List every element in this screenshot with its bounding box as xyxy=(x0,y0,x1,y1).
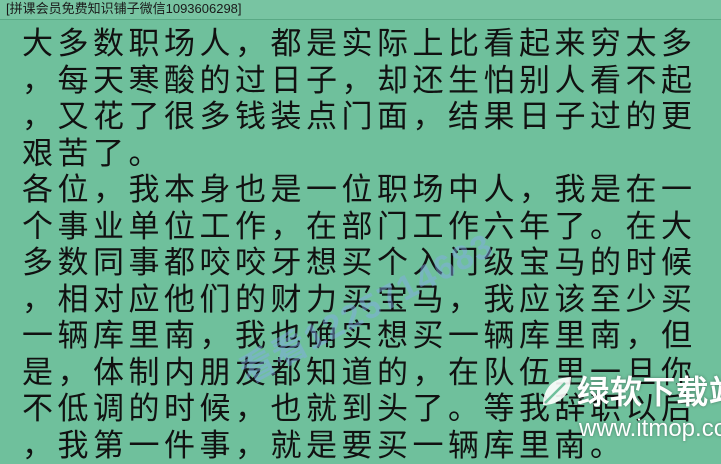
body-line: 个事业单位工作，在部门工作六年了。在大 xyxy=(22,209,702,246)
body-line: ，每天寒酸的过日子，却还生怕别人看不起 xyxy=(22,63,702,100)
brand-watermark: 绿软下载站 www.itmop.com xyxy=(537,365,717,457)
header-bar: [拼课会员免费知识铺子微信1093606298] xyxy=(0,0,721,20)
header-text: [拼课会员免费知识铺子微信1093606298] xyxy=(6,1,242,17)
brand-url: www.itmop.com xyxy=(579,415,721,443)
body-line: 大多数职场人，都是实际上比看起来穷太多 xyxy=(22,26,702,63)
body-line: 艰苦了。 xyxy=(22,136,702,173)
brand-title: 绿软下载站 xyxy=(577,367,721,413)
leaf-logo-icon xyxy=(537,371,577,411)
body-line: 各位，我本身也是一位职场中人，我是在一 xyxy=(22,172,702,209)
body-line: ，又花了很多钱装点门面，结果日子过的更 xyxy=(22,99,702,136)
body-line: 多数同事都咬咬牙想买个入门级宝马的时候 xyxy=(22,245,702,282)
